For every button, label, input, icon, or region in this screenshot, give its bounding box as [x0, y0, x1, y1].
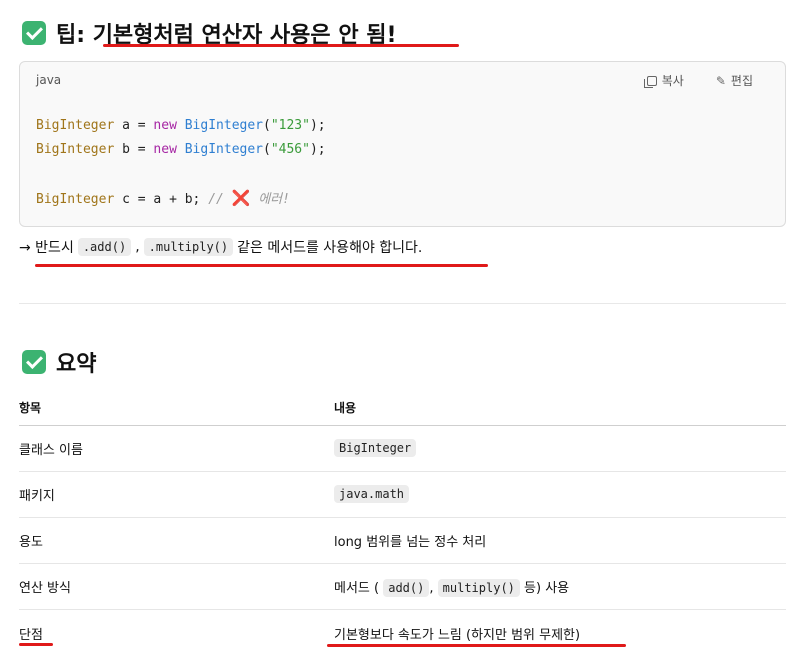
row-content: 기본형보다 속도가 느림 (하지만 범위 무제한)	[334, 627, 581, 643]
code-language-label: java	[36, 73, 62, 87]
code-line-2: BigInteger b = new BigInteger("456");	[36, 142, 326, 157]
table-header-row: 항목 내용	[19, 390, 786, 426]
row-content: long 범위를 넘는 정수 처리	[334, 535, 487, 550]
edit-icon: ✎	[715, 73, 726, 88]
inline-code-multiply: .multiply()	[143, 238, 234, 256]
section-divider	[19, 303, 786, 304]
annotation-underline-drawback-content	[327, 644, 626, 647]
inline-code-multiply: multiply()	[437, 579, 520, 597]
table-row: 단점 기본형보다 속도가 느림 (하지만 범위 무제한)	[19, 610, 786, 656]
row-item: 용도	[19, 535, 43, 550]
code-block: java 복사 ✎ 편집 BigInteger a = new BigInteg…	[19, 61, 786, 227]
code-line-3: BigInteger c = a + b; // ❌ 에러!	[36, 189, 290, 207]
summary-table: 항목 내용 클래스 이름 BigInteger 패키지 java.math 용도…	[19, 390, 786, 656]
inline-code-add: add()	[383, 579, 430, 597]
check-mark-icon	[22, 350, 46, 374]
row-content-code: java.math	[334, 485, 410, 503]
header-content: 내용	[334, 401, 357, 415]
summary-heading: 요약	[22, 346, 96, 378]
table-row: 용도 long 범위를 넘는 정수 처리	[19, 518, 786, 564]
note-prefix: → 반드시	[19, 240, 74, 256]
edit-label: 편집	[730, 74, 753, 88]
table-row: 연산 방식 메서드 ( add(), multiply() 등) 사용	[19, 564, 786, 610]
row-item: 패키지	[19, 489, 55, 504]
note-line: → 반드시 .add() , .multiply() 같은 메서드를 사용해야 …	[19, 237, 422, 257]
row-item: 클래스 이름	[19, 443, 83, 458]
row-item: 연산 방식	[19, 581, 71, 596]
header-item: 항목	[19, 401, 42, 415]
edit-button[interactable]: ✎ 편집	[716, 72, 753, 89]
annotation-underline-note	[35, 264, 488, 267]
note-suffix: 같은 메서드를 사용해야 합니다.	[237, 240, 423, 256]
inline-code-add: .add()	[77, 238, 132, 256]
check-mark-icon	[22, 21, 46, 45]
cross-mark-icon: ❌	[231, 189, 251, 207]
note-separator: ,	[135, 239, 140, 255]
row-item: 단점	[19, 627, 43, 643]
row-content-code: BigInteger	[334, 439, 417, 457]
copy-button[interactable]: 복사	[643, 72, 684, 89]
annotation-underline-tip	[103, 44, 459, 47]
code-line-1: BigInteger a = new BigInteger("123");	[36, 118, 326, 133]
annotation-underline-drawback-item	[19, 643, 53, 646]
row-content: 메서드 ( add(), multiply() 등) 사용	[334, 579, 570, 597]
code-actions: 복사 ✎ 편집	[643, 72, 753, 89]
copy-label: 복사	[661, 74, 684, 88]
table-row: 패키지 java.math	[19, 472, 786, 518]
table-row: 클래스 이름 BigInteger	[19, 426, 786, 472]
summary-title: 요약	[56, 352, 97, 377]
copy-icon	[643, 75, 657, 88]
code-lines: BigInteger a = new BigInteger("123"); Bi…	[36, 114, 326, 210]
